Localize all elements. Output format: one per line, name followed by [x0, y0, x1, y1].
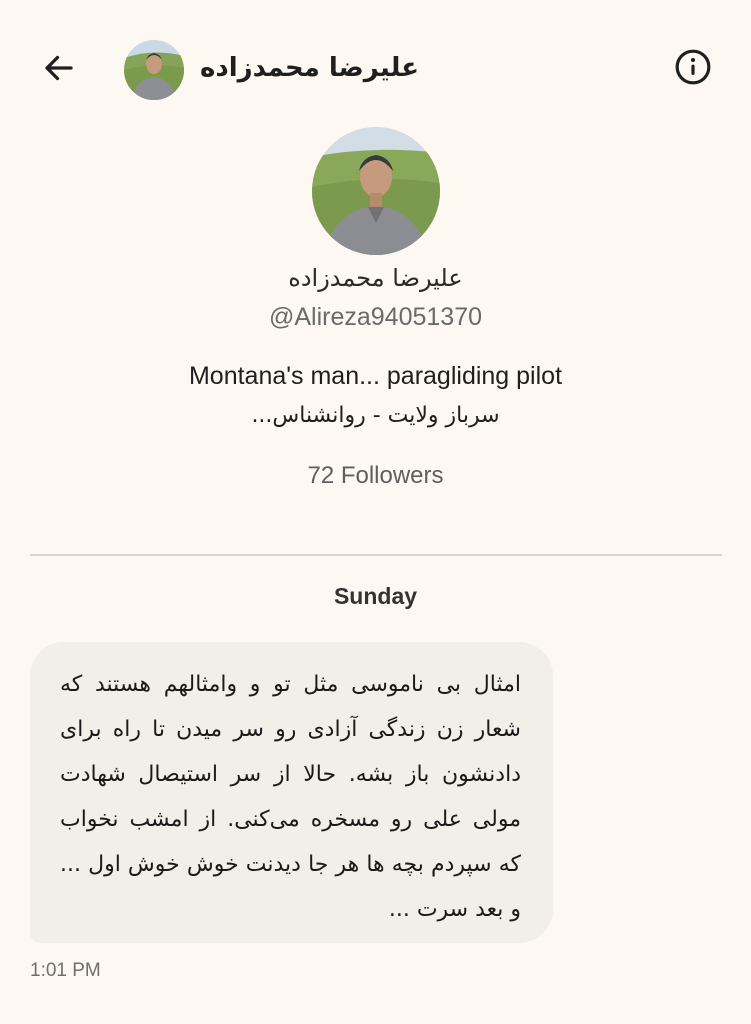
- divider: [30, 554, 722, 556]
- message-timestamp: 1:01 PM: [30, 960, 101, 981]
- back-button[interactable]: [36, 45, 82, 91]
- date-separator: Sunday: [333, 583, 418, 609]
- info-button[interactable]: [670, 44, 716, 90]
- header-avatar[interactable]: [124, 40, 184, 100]
- header-contact-name[interactable]: علیرضا محمدزاده: [200, 46, 450, 90]
- profile-bio-line-1: Montana's man... paragliding pilot: [188, 362, 563, 390]
- top-app-bar: علیرضا محمدزاده: [0, 0, 751, 134]
- profile-name: علیرضا محمدزاده: [288, 264, 463, 292]
- avatar-photo: [124, 40, 184, 100]
- profile-bio-line-2: سرباز ولایت - روانشناس...: [251, 403, 500, 428]
- profile-avatar[interactable]: [312, 127, 440, 255]
- profile-handle: @Alireza94051370: [268, 303, 483, 331]
- avatar-photo: [312, 127, 440, 255]
- message-bubble[interactable]: امثال بی ناموسی مثل تو و وامثالهم هستند …: [30, 642, 553, 943]
- followers-count[interactable]: 72 Followers: [0, 462, 751, 490]
- arrow-left-icon: [45, 55, 73, 81]
- message-text: امثال بی ناموسی مثل تو و وامثالهم هستند …: [60, 672, 521, 922]
- info-circle-icon: [675, 49, 711, 85]
